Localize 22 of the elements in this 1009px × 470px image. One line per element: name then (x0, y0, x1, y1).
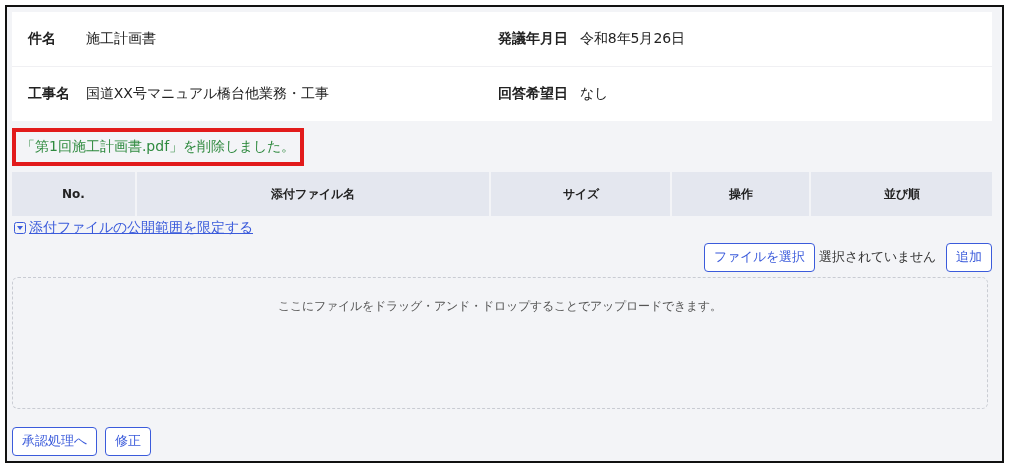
scope-link[interactable]: 添付ファイルの公開範囲を限定する (29, 218, 253, 237)
field-label: 発議年月日 (498, 30, 570, 48)
column-header: 添付ファイル名 (137, 172, 489, 216)
field-value: 令和8年5月26日 (579, 30, 687, 48)
column-header: 並び順 (811, 172, 992, 216)
field-label: 回答希望日 (498, 85, 570, 103)
field-value: なし (579, 85, 609, 103)
success-message: 「第1回施工計画書.pdf」を削除しました。 (12, 127, 305, 166)
choose-file-button[interactable]: ファイルを選択 (704, 242, 815, 272)
column-header: サイズ (491, 172, 670, 216)
dropdown-icon[interactable] (14, 221, 26, 234)
action-button[interactable]: 修正 (105, 427, 151, 456)
field-value: 施工計画書 (85, 30, 157, 48)
field-label: 件名 (27, 30, 57, 48)
column-header: 操作 (672, 172, 809, 216)
add-button[interactable]: 追加 (946, 242, 992, 272)
action-button[interactable]: 承認処理へ (12, 427, 97, 456)
column-header: No. (12, 172, 135, 216)
file-status: 選択されていません (819, 248, 936, 266)
drop-zone-text: ここにファイルをドラッグ・アンド・ドロップすることでアップロードできます。 (278, 298, 722, 316)
field-value: 国道XX号マニュアル橋台他業務・工事 (85, 85, 330, 103)
field-label: 工事名 (27, 85, 71, 103)
